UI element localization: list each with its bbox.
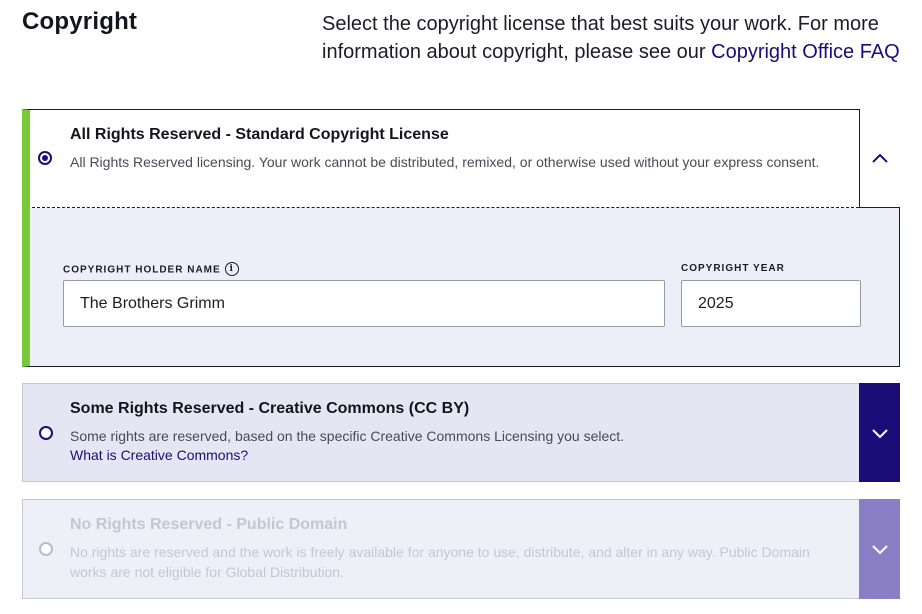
option-description: All Rights Reserved licensing. Your work… — [70, 154, 820, 170]
copyright-section: Copyright Select the copyright license t… — [0, 0, 922, 614]
license-details-panel: COPYRIGHT HOLDER NAMEi COPYRIGHT YEAR — [30, 208, 899, 366]
collapse-toggle-button[interactable] — [859, 109, 900, 208]
expand-toggle-button — [859, 499, 900, 599]
section-title: Copyright — [22, 8, 138, 35]
copyright-faq-link[interactable]: Copyright Office FAQ — [711, 41, 900, 63]
option-title: No Rights Reserved - Public Domain — [70, 516, 348, 533]
holder-name-label: COPYRIGHT HOLDER NAME i — [63, 262, 239, 277]
holder-name-input[interactable] — [63, 280, 665, 327]
intro-text: Select the copyright license that best s… — [322, 10, 912, 66]
info-icon[interactable]: i — [224, 262, 239, 276]
copyright-year-input[interactable] — [681, 280, 861, 327]
license-option-all-rights-reserved[interactable]: All Rights Reserved - Standard Copyright… — [22, 109, 900, 367]
option-description: No rights are reserved and the work is f… — [70, 544, 810, 580]
option-title: All Rights Reserved - Standard Copyright… — [70, 126, 449, 143]
radio-public-domain — [39, 542, 53, 556]
expand-toggle-button[interactable] — [859, 383, 900, 482]
chevron-down-icon — [871, 428, 888, 438]
dashed-divider — [32, 207, 859, 208]
license-option-creative-commons[interactable]: Some Rights Reserved - Creative Commons … — [22, 383, 900, 482]
copyright-year-label: COPYRIGHT YEAR — [681, 263, 785, 274]
option-description: Some rights are reserved, based on the s… — [70, 428, 625, 444]
radio-selected-dot — [42, 155, 48, 161]
what-is-creative-commons-link[interactable]: What is Creative Commons? — [70, 447, 248, 463]
chevron-down-icon — [871, 545, 888, 555]
option-title: Some Rights Reserved - Creative Commons … — [70, 400, 470, 417]
radio-creative-commons[interactable] — [39, 426, 53, 440]
chevron-up-icon — [872, 153, 888, 163]
license-option-public-domain: No Rights Reserved - Public Domain No ri… — [22, 499, 900, 599]
radio-all-rights-reserved[interactable] — [38, 151, 52, 165]
